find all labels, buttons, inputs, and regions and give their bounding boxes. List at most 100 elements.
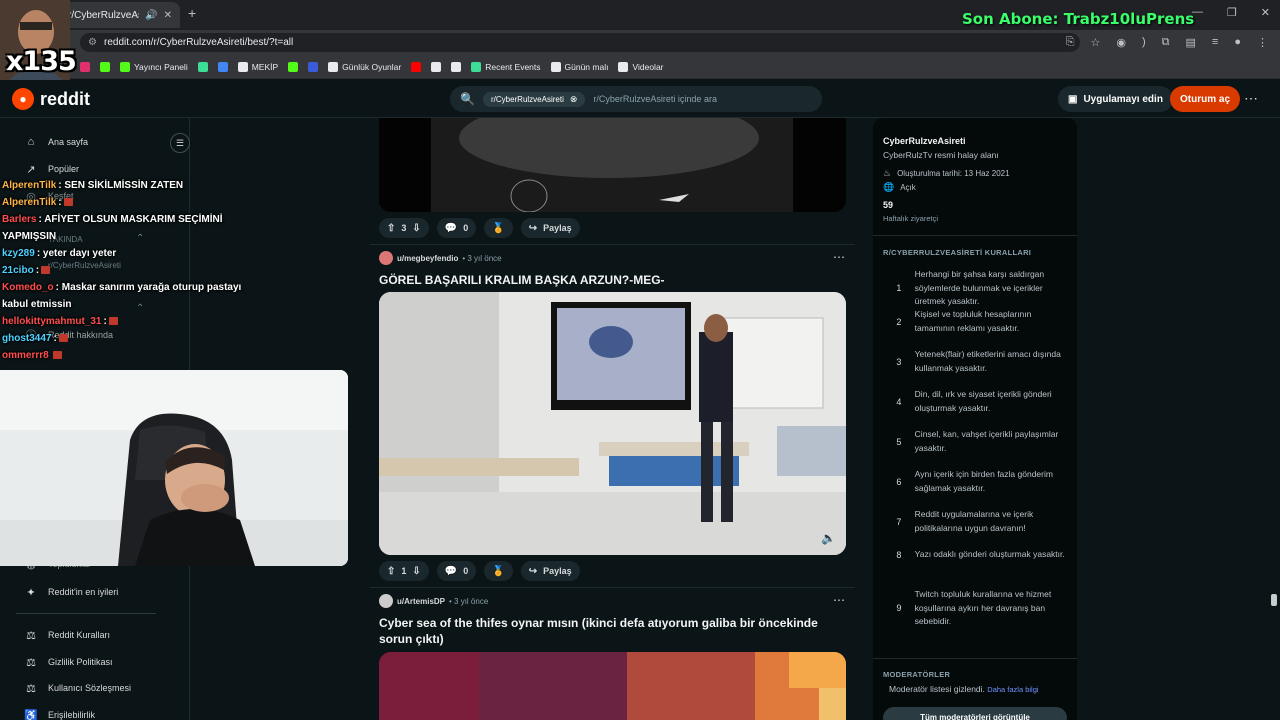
subreddit-chip[interactable]: r/CyberRulzveAsireti ⊗ [482, 91, 586, 107]
collapse-nav-button[interactable]: ☰ [170, 133, 190, 153]
site-info-icon[interactable]: ⚙ [88, 33, 97, 52]
install-icon[interactable]: ⎘ [1066, 36, 1075, 49]
chat-username[interactable]: Barlers [2, 214, 36, 225]
new-tab-button[interactable]: + [188, 5, 196, 21]
logo-text: reddit [40, 88, 91, 109]
sidepanel-icon[interactable]: ▤ [1186, 36, 1196, 49]
rule-item[interactable]: 1 Herhangi bir şahsa karşı saldırgan söyl… [883, 268, 1073, 309]
share-button[interactable]: ↪ Paylaş [520, 218, 580, 238]
post-author[interactable]: u/megbeyfendio [397, 254, 458, 263]
get-app-button[interactable]: ▣ Uygulamayı edin [1058, 86, 1173, 112]
nav-popular[interactable]: ↗ Popüler [24, 160, 79, 178]
author-avatar[interactable] [379, 594, 393, 608]
more-info-link[interactable]: Daha fazla bilgi [987, 685, 1038, 694]
search-bar[interactable]: 🔍 r/CyberRulzveAsireti ⊗ r/CyberRulzveAs… [450, 86, 822, 112]
puzzle-icon[interactable]: ⧉ [1162, 36, 1170, 49]
upvote-icon[interactable]: ⇧ [387, 566, 395, 577]
audio-icon[interactable]: 🔊 [145, 10, 157, 21]
rule-item[interactable]: 3 Yetenek(flair) etiketlerini amacı dışın… [883, 348, 1073, 375]
mute-icon[interactable]: 🔈 [821, 531, 836, 545]
chat-username[interactable]: 21cibo [2, 265, 34, 276]
search-input[interactable]: r/CyberRulzveAsireti içinde ara [593, 94, 717, 104]
post-image [379, 652, 846, 720]
extension-icon[interactable]: ◉ [1116, 36, 1126, 49]
nav-home[interactable]: ⌂ Ana sayfa [24, 133, 88, 151]
post-media[interactable]: 🔈 [379, 292, 846, 555]
rules-header: R/CYBERRULZVEASİRETİ KURALLARI [883, 248, 1032, 257]
upvote-icon[interactable]: ⇧ [387, 223, 395, 234]
post-media[interactable] [379, 118, 846, 212]
comments-button[interactable]: 💬 0 [436, 218, 477, 238]
chat-username[interactable]: AlperenTilk [2, 197, 56, 208]
clear-chip-icon[interactable]: ⊗ [570, 94, 578, 105]
post-title[interactable]: Cyber sea of the thifes oynar mısın (iki… [379, 615, 839, 647]
chat-username[interactable]: ghost3447 [2, 333, 51, 344]
rule-item[interactable]: 6 Aynı içerik için birden fazla gönderim … [883, 468, 1073, 495]
bookmark-label: Günün malı [564, 61, 609, 72]
author-avatar[interactable] [379, 251, 393, 265]
rule-item[interactable]: 7 Reddit uygulamalarına ve içerik politik… [883, 508, 1073, 535]
bookmark-item[interactable] [217, 61, 228, 72]
webcam-image [0, 370, 348, 566]
bookmark-item[interactable]: Günlük Oyunlar [328, 61, 401, 72]
bookmark-item[interactable]: Yayıncı Paneli [120, 61, 188, 72]
bookmark-item[interactable] [308, 61, 319, 72]
login-button[interactable]: Oturum aç [1170, 86, 1241, 112]
menu-icon[interactable]: ⋮ [1257, 36, 1268, 49]
nav-rules[interactable]: ⚖ Reddit Kuralları [24, 626, 110, 644]
chat-username[interactable]: Komedo_o [2, 282, 54, 293]
reddit-logo[interactable]: ● reddit [12, 88, 90, 110]
rule-item[interactable]: 9 Twitch topluluk kurallarına ve hizmet k… [883, 588, 1073, 629]
close-tab-icon[interactable]: ✕ [164, 10, 172, 21]
bookmark-item[interactable] [80, 61, 90, 72]
bookmark-item[interactable]: Günün malı [550, 61, 609, 72]
award-button[interactable]: 🏅 [484, 561, 513, 581]
url-field[interactable]: ⚙ reddit.com/r/CyberRulzveAsireti/best/?… [80, 33, 1080, 52]
post-author[interactable]: u/ArtemisDP [397, 597, 445, 606]
post-title[interactable]: GÖREL BAŞARILI KRALIM BAŞKA ARZUN?-MEG- [379, 272, 839, 288]
post-divider [370, 244, 855, 245]
bookmark-item[interactable] [451, 61, 462, 72]
rule-item[interactable]: 8 Yazı odaklı gönderi oluşturmak yasaktır… [883, 548, 1073, 562]
chat-username[interactable]: hellokittymahmut_31 [2, 316, 101, 327]
bookmark-item[interactable] [288, 61, 299, 72]
extension-icon[interactable]: ) [1142, 36, 1146, 49]
rule-item[interactable]: 5 Cinsel, kan, vahşet içerikli paylaşımla… [883, 428, 1073, 455]
share-button[interactable]: ↪ Paylaş [520, 561, 580, 581]
more-options-icon[interactable]: ⋯ [1244, 90, 1258, 107]
browser-tab[interactable]: r/CyberRulzveAsireti 🔊 ✕ [60, 2, 180, 28]
chat-username[interactable]: kzy289 [2, 248, 35, 259]
bookmark-item[interactable]: MEKİP [237, 61, 278, 72]
view-moderators-button[interactable]: Tüm moderatörleri görüntüle [883, 707, 1067, 720]
comments-button[interactable]: 💬 0 [436, 561, 477, 581]
chat-username[interactable]: ommerrr8 [2, 350, 49, 361]
downvote-icon[interactable]: ⇩ [412, 566, 420, 577]
rule-item[interactable]: 4 Din, dil, ırk ve siyaset içerikli gönde… [883, 388, 1073, 415]
nav-best-of[interactable]: ✦ Reddit'in en iyileri [24, 583, 118, 601]
award-button[interactable]: 🏅 [484, 218, 513, 238]
bookmark-item[interactable] [411, 61, 422, 72]
downvote-icon[interactable]: ⇩ [412, 223, 420, 234]
post-media[interactable] [379, 652, 846, 720]
bookmark-item[interactable]: Videolar [618, 61, 664, 72]
bookmark-item[interactable] [197, 61, 208, 72]
bookmark-item[interactable] [431, 61, 442, 72]
media-icon[interactable]: ≡ [1212, 36, 1218, 49]
post-options-icon[interactable]: ⋯ [833, 593, 845, 607]
post-options-icon[interactable]: ⋯ [833, 250, 845, 264]
maximize-button[interactable]: ❐ [1227, 6, 1237, 19]
page-scrollbar[interactable] [1271, 594, 1277, 606]
bookmark-label: Recent Events [485, 61, 541, 72]
profile-icon[interactable]: ● [1234, 36, 1241, 49]
bookmark-star-icon[interactable]: ☆ [1091, 36, 1101, 49]
emote-icon [58, 334, 68, 343]
bookmark-item[interactable]: Recent Events [471, 61, 541, 72]
comment-count: 0 [463, 223, 469, 233]
chat-username[interactable]: AlperenTilk [2, 180, 56, 191]
close-window-button[interactable]: ✕ [1261, 6, 1270, 19]
nav-accessibility[interactable]: ♿ Erişilebilirlik [24, 706, 95, 720]
bookmark-item[interactable] [100, 61, 110, 72]
nav-user-agreement[interactable]: ⚖ Kullanıcı Sözleşmesi [24, 679, 131, 697]
nav-privacy[interactable]: ⚖ Gizlilik Politikası [24, 653, 112, 671]
rule-item[interactable]: 2 Kişisel ve topluluk hesaplarının tamamı… [883, 308, 1073, 335]
